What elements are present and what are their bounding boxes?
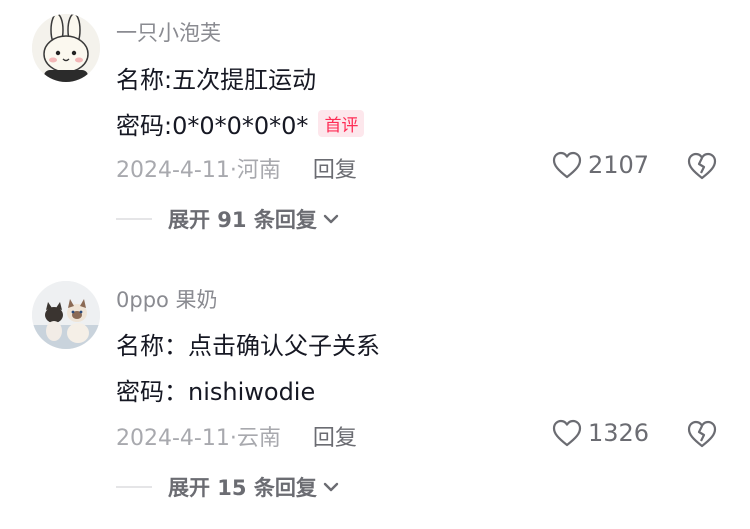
reply-button[interactable]: 回复	[313, 152, 357, 184]
broken-heart-icon	[687, 152, 717, 180]
expand-replies-button[interactable]: 展开 15 条回复	[116, 472, 339, 502]
comment-text: 密码:0*0*0*0*0*	[116, 112, 309, 140]
chevron-down-icon	[323, 482, 339, 492]
comment-text-line: 密码：nishiwodie	[116, 378, 316, 406]
avatar[interactable]	[32, 281, 100, 349]
comment-text-line: 名称:五次提肛运动	[116, 66, 317, 94]
like-button[interactable]: 1326	[552, 419, 649, 447]
avatar[interactable]	[32, 14, 100, 82]
divider-line	[116, 486, 152, 488]
broken-heart-icon	[687, 420, 717, 448]
comment-item: 一只小泡芙 名称:五次提肛运动 密码:0*0*0*0*0* 首评 2024-4-1…	[0, 0, 750, 250]
dislike-button[interactable]	[686, 420, 718, 452]
comment-text-line: 密码:0*0*0*0*0* 首评	[116, 106, 365, 141]
username[interactable]: 0ppo 果奶	[116, 284, 218, 314]
username[interactable]: 一只小泡芙	[116, 17, 221, 47]
cats-avatar-icon	[32, 281, 100, 349]
reply-button[interactable]: 回复	[313, 420, 357, 452]
timestamp-location: 2024-4-11·云南	[116, 426, 281, 451]
dislike-button[interactable]	[686, 152, 718, 184]
expand-replies-button[interactable]: 展开 91 条回复	[116, 204, 339, 234]
divider-line	[116, 218, 152, 220]
comment-meta: 2024-4-11·云南 回复	[116, 420, 357, 452]
timestamp-location: 2024-4-11·河南	[116, 158, 281, 183]
like-count: 1326	[588, 419, 650, 447]
comment-meta: 2024-4-11·河南 回复	[116, 152, 357, 184]
like-button[interactable]: 2107	[552, 151, 649, 179]
comment-item: 0ppo 果奶 名称：点击确认父子关系 密码：nishiwodie 2024-4…	[0, 270, 750, 529]
heart-icon	[552, 151, 582, 179]
like-count: 2107	[588, 151, 650, 179]
chevron-down-icon	[323, 214, 339, 224]
comment-text-line: 名称：点击确认父子关系	[116, 332, 380, 360]
expand-replies-label: 展开 15 条回复	[168, 476, 317, 500]
expand-replies-label: 展开 91 条回复	[168, 208, 317, 232]
heart-icon	[552, 419, 582, 447]
first-comment-badge: 首评	[318, 110, 365, 137]
bunny-avatar-icon	[32, 14, 100, 82]
